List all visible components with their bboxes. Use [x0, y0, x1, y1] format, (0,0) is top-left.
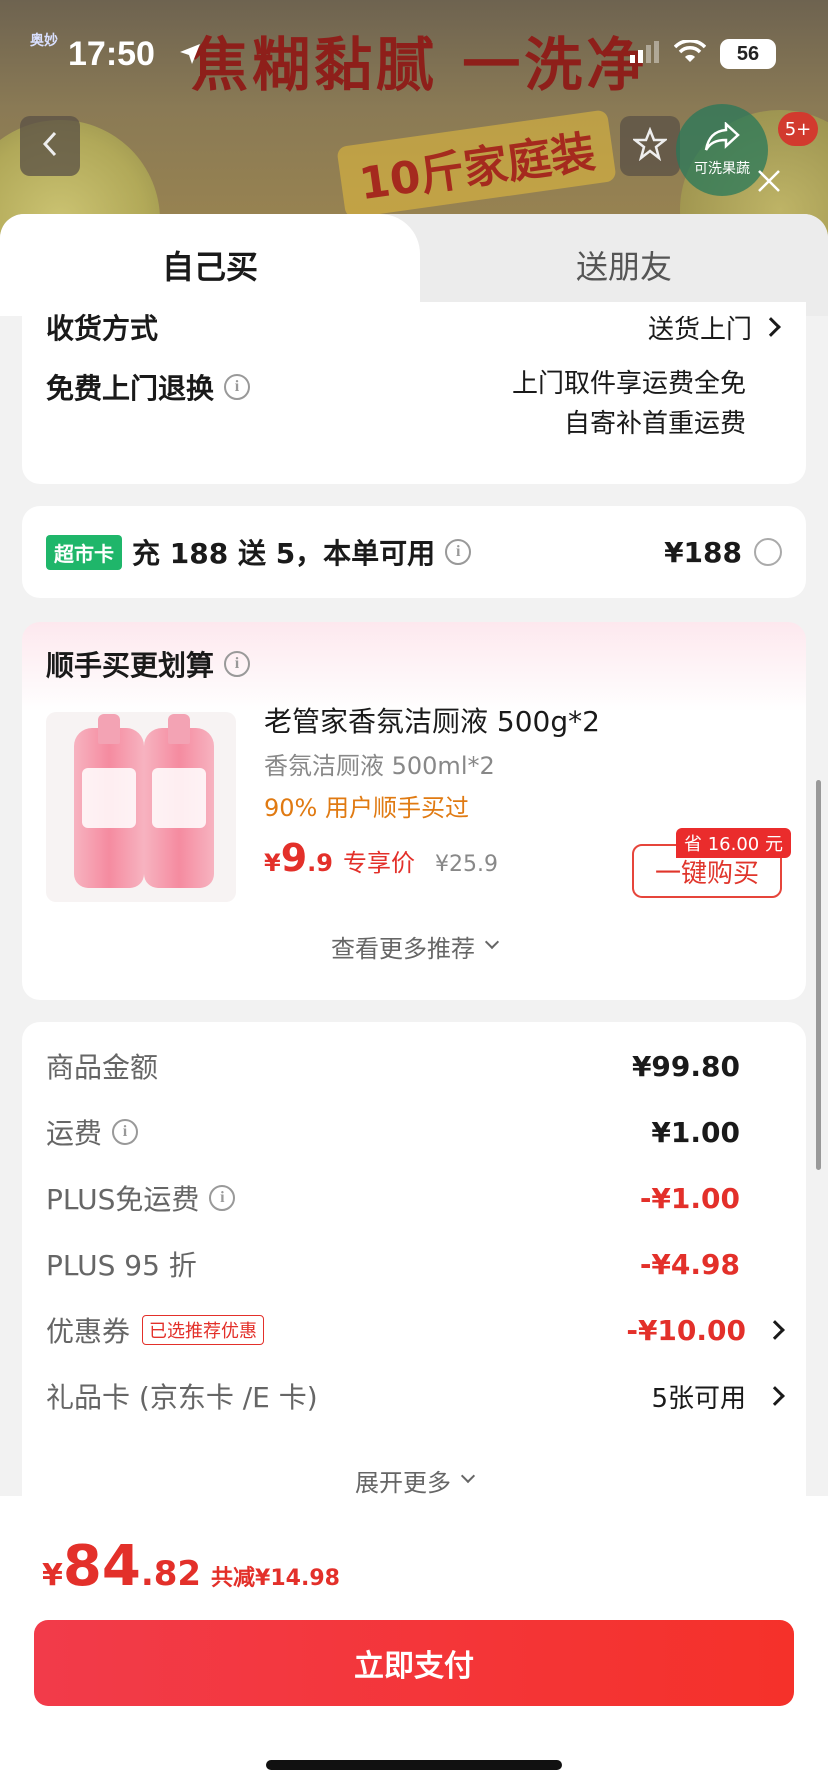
favorite-button[interactable]: [620, 116, 680, 176]
free-return-row: 免费上门退换 i: [46, 364, 251, 410]
price-summary-card: 商品金额 ¥99.80 运费 i ¥1.00 PLUS免运费 i -¥1.00 …: [22, 1022, 806, 1462]
recommendation-title: 顺手买更划算: [46, 649, 215, 682]
banner-subline: 10斤家庭装: [336, 109, 617, 219]
supermarket-offer-text: 充 188 送 5，本单可用: [132, 537, 436, 570]
summary-row-gift-card[interactable]: 礼品卡 (京东卡 /E 卡) 5张可用: [46, 1376, 785, 1416]
free-return-line1: 上门取件享运费全免: [511, 369, 746, 399]
supermarket-offer-left: 超市卡 充 188 送 5，本单可用 i: [46, 506, 472, 598]
summary-row-coupon[interactable]: 优惠券 已选推荐优惠 -¥10.00: [46, 1310, 785, 1350]
bottle-image: [74, 714, 144, 888]
brand-logo: 奥妙: [30, 33, 58, 49]
coupon-tag: 已选推荐优惠: [142, 1315, 265, 1345]
total-discount: 共减¥14.98: [211, 1566, 340, 1591]
scrollbar[interactable]: [816, 780, 821, 1170]
share-badge-text: 可洗果蔬: [694, 161, 750, 177]
free-return-details: 上门取件享运费全免 自寄补首重运费: [512, 364, 746, 444]
chevron-down-icon: [484, 934, 500, 950]
price-int: 9: [280, 836, 308, 880]
product-note: 90% 用户顺手买过: [264, 794, 469, 822]
save-tag: 省 16.00 元: [676, 828, 791, 858]
summary-label: 商品金额: [46, 1051, 159, 1084]
battery-indicator: 56: [720, 39, 776, 69]
product-spec: 香氛洁厕液 500ml*2: [264, 752, 495, 780]
delivery-method-text: 收货方式: [46, 312, 159, 345]
summary-value: ¥1.00: [651, 1115, 740, 1149]
checkout-footer: ¥ 84 .82 共减¥14.98 立即支付: [0, 1496, 828, 1792]
recommendation-card: 顺手买更划算 i 老管家香氛洁厕液 500g*2 香氛洁厕液 500ml*2 9…: [22, 622, 806, 1000]
info-icon[interactable]: i: [209, 1185, 236, 1211]
star-icon: [631, 126, 669, 165]
total-int: 84: [62, 1534, 141, 1599]
price-label: 专享价: [342, 849, 415, 877]
summary-value: -¥4.98: [639, 1247, 740, 1281]
free-return-label: 免费上门退换: [46, 372, 215, 405]
delivery-card: 收货方式 送货上门 免费上门退换 i 上门取件享运费全免 自寄补首重运费: [22, 302, 806, 484]
status-time: 17:50: [68, 34, 155, 73]
summary-value: 5张可用: [651, 1383, 746, 1414]
price-yen: ¥: [264, 849, 281, 877]
info-icon[interactable]: i: [112, 1119, 139, 1145]
location-arrow-icon: [178, 30, 202, 78]
status-indicators: 56: [630, 30, 776, 78]
chevron-right-icon: [761, 317, 781, 337]
bottle-image: [144, 714, 214, 888]
summary-label: PLUS 95 折: [46, 1249, 197, 1282]
summary-label: PLUS免运费: [46, 1183, 200, 1216]
info-icon[interactable]: i: [445, 539, 472, 565]
summary-label: 礼品卡 (京东卡 /E 卡): [46, 1381, 318, 1414]
product-image[interactable]: [46, 712, 236, 902]
summary-row-plus-shipping: PLUS免运费 i -¥1.00: [46, 1178, 782, 1218]
expand-more-label: 展开更多: [355, 1468, 451, 1497]
tab-self-buy[interactable]: 自己买: [0, 214, 450, 316]
supermarket-offer-right: ¥188: [664, 506, 782, 598]
product-name[interactable]: 老管家香氛洁厕液 500g*2: [264, 700, 600, 740]
summary-row-shipping: 运费 i ¥1.00: [46, 1112, 782, 1152]
wifi-icon: [673, 39, 707, 68]
total-yen: ¥: [42, 1558, 63, 1593]
delivery-method-label: 收货方式: [46, 302, 158, 352]
signal-icon: [630, 41, 660, 67]
close-icon: [752, 170, 786, 202]
original-price: ¥25.9: [434, 852, 498, 877]
delivery-method-selector[interactable]: 送货上门: [647, 302, 781, 352]
summary-label: 优惠券: [46, 1315, 131, 1348]
notification-badge: 5+: [778, 112, 818, 146]
supermarket-radio[interactable]: [754, 538, 782, 566]
supermarket-price: ¥188: [664, 535, 742, 569]
delivery-method-value: 送货上门: [647, 314, 752, 345]
summary-row-subtotal: 商品金额 ¥99.80: [46, 1046, 782, 1086]
chevron-right-icon: [765, 1386, 785, 1406]
free-return-line2: 自寄补首重运费: [563, 409, 746, 439]
banner-headline: 焦糊黏腻 一洗净: [190, 31, 649, 99]
share-icon: [704, 121, 740, 156]
summary-value: -¥10.00: [626, 1313, 746, 1347]
see-more-label: 查看更多推荐: [331, 934, 475, 963]
pay-now-button[interactable]: 立即支付: [34, 1620, 794, 1706]
summary-value: -¥1.00: [639, 1181, 740, 1215]
chevron-left-icon: [39, 129, 61, 163]
product-price: ¥ 9 .9 专享价 ¥25.9: [264, 836, 498, 880]
summary-value: ¥99.80: [631, 1049, 740, 1083]
tab-gift[interactable]: 送朋友: [420, 214, 828, 316]
home-indicator: [266, 1760, 562, 1770]
price-dec: .9: [307, 849, 333, 877]
total-amount: ¥ 84 .82 共减¥14.98: [42, 1534, 340, 1599]
recommendation-header: 顺手买更划算 i: [46, 644, 251, 684]
expand-more-button[interactable]: 展开更多: [22, 1460, 806, 1500]
total-dec: .82: [140, 1554, 202, 1594]
back-button[interactable]: [20, 116, 80, 176]
chevron-down-icon: [460, 1468, 476, 1484]
info-icon[interactable]: i: [224, 651, 251, 677]
purchase-tabs: 自己买 送朋友: [0, 214, 828, 316]
see-more-recommendations[interactable]: 查看更多推荐: [22, 924, 806, 968]
summary-row-plus-discount: PLUS 95 折 -¥4.98: [46, 1244, 782, 1284]
summary-label: 运费: [46, 1117, 103, 1150]
info-icon[interactable]: i: [224, 374, 251, 400]
close-button[interactable]: [752, 164, 786, 198]
supermarket-tag: 超市卡: [46, 534, 122, 570]
supermarket-card-offer[interactable]: 超市卡 充 188 送 5，本单可用 i ¥188: [22, 506, 806, 598]
chevron-right-icon: [765, 1320, 785, 1340]
